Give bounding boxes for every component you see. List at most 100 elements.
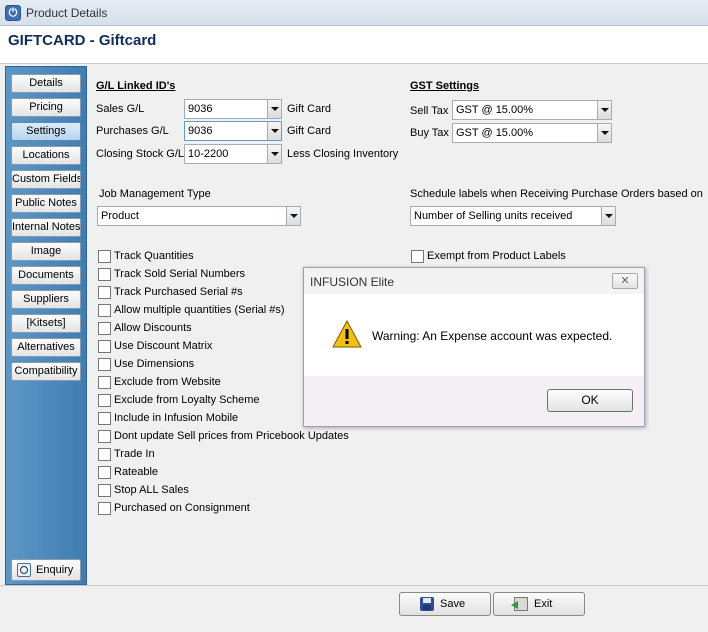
sidebar-item-image[interactable]: Image — [11, 242, 81, 261]
chevron-down-icon[interactable] — [267, 100, 281, 118]
power-icon: ⏻ — [5, 5, 21, 21]
sell-tax-combo[interactable]: GST @ 15.00% — [452, 100, 612, 120]
checkbox-label: Allow Discounts — [114, 322, 192, 334]
checkbox-label: Rateable — [114, 466, 159, 478]
checkbox-label: Dont update Sell prices from Pricebook U… — [114, 430, 349, 442]
enquiry-label: Enquiry — [36, 564, 74, 576]
schedule-labels-label: Schedule labels when Receiving Purchase … — [410, 188, 703, 200]
chevron-down-icon[interactable] — [601, 207, 615, 225]
chevron-down-icon[interactable] — [286, 207, 300, 225]
checkbox-label: Trade In — [114, 448, 155, 460]
purchases-gl-combo[interactable]: 9036 — [184, 121, 282, 141]
chevron-down-icon[interactable] — [597, 124, 611, 142]
sidebar-item-details[interactable]: Details — [11, 74, 81, 93]
dialog-body: Warning: An Expense account was expected… — [304, 294, 644, 376]
exempt-labels-label: Exempt from Product Labels — [427, 250, 566, 262]
exclude-loyalty-checkbox[interactable] — [98, 394, 111, 407]
close-icon[interactable]: ✕ — [612, 273, 638, 289]
job-management-combo[interactable]: Product — [97, 206, 301, 226]
closing-stock-gl-combo[interactable]: 10-2200 — [184, 144, 282, 164]
sidebar-item-pricing[interactable]: Pricing — [11, 98, 81, 117]
sales-gl-description: Gift Card — [287, 103, 332, 115]
sidebar-item-settings[interactable]: Settings — [11, 122, 81, 141]
checkbox-label: Exclude from Website — [114, 376, 221, 388]
purchased-consignment-checkbox[interactable] — [98, 502, 111, 515]
magnifier-icon — [17, 563, 31, 577]
sales-gl-value: 9036 — [188, 103, 213, 115]
purchases-gl-label: Purchases G/L — [96, 125, 169, 137]
sidebar-item-suppliers[interactable]: Suppliers — [11, 290, 81, 309]
job-management-label: Job Management Type — [99, 188, 211, 200]
sidebar-item-compatibility[interactable]: Compatibility — [11, 362, 81, 381]
sales-gl-combo[interactable]: 9036 — [184, 99, 282, 119]
page-title: GIFTCARD - Giftcard — [8, 32, 157, 49]
exit-label: Exit — [534, 598, 553, 610]
trade-in-checkbox[interactable] — [98, 448, 111, 461]
chevron-down-icon[interactable] — [267, 145, 281, 163]
buy-tax-combo[interactable]: GST @ 15.00% — [452, 123, 612, 143]
use-dimensions-checkbox[interactable] — [98, 358, 111, 371]
exit-door-icon — [511, 597, 528, 611]
closing-stock-gl-description: Less Closing Inventory — [287, 148, 399, 160]
buy-tax-label: Buy Tax — [410, 127, 449, 139]
checkbox-label: Track Sold Serial Numbers — [114, 268, 246, 280]
floppy-disk-icon — [420, 597, 434, 611]
sidebar-item-alternatives[interactable]: Alternatives — [11, 338, 81, 357]
job-management-value: Product — [101, 210, 139, 222]
page-header: GIFTCARD - Giftcard — [0, 26, 708, 64]
include-mobile-checkbox[interactable] — [98, 412, 111, 425]
track-sold-serials-checkbox[interactable] — [98, 268, 111, 281]
dialog-footer: OK — [304, 376, 644, 426]
sidebar-item-kitsets[interactable]: [Kitsets] — [11, 314, 81, 333]
sidebar-item-documents[interactable]: Documents — [11, 266, 81, 285]
sidebar-item-locations[interactable]: Locations — [11, 146, 81, 165]
rateable-checkbox[interactable] — [98, 466, 111, 479]
dialog-titlebar: INFUSION Elite ✕ — [304, 268, 644, 294]
gl-section-title: G/L Linked ID's — [96, 80, 176, 92]
checkbox-label: Exclude from Loyalty Scheme — [114, 394, 260, 406]
sales-gl-label: Sales G/L — [96, 103, 145, 115]
window-title: Product Details — [26, 6, 108, 20]
exempt-labels-checkbox[interactable] — [411, 250, 424, 263]
sidebar-item-custom-fields[interactable]: Custom Fields — [11, 170, 81, 189]
schedule-labels-value: Number of Selling units received — [414, 210, 573, 222]
stop-all-sales-checkbox[interactable] — [98, 484, 111, 497]
checkbox-label: Stop ALL Sales — [114, 484, 189, 496]
save-label: Save — [440, 598, 466, 610]
sell-tax-label: Sell Tax — [410, 105, 449, 117]
checkbox-label: Use Discount Matrix — [114, 340, 213, 352]
track-purchased-serials-checkbox[interactable] — [98, 286, 111, 299]
checkbox-label: Purchased on Consignment — [114, 502, 250, 514]
exclude-website-checkbox[interactable] — [98, 376, 111, 389]
checkbox-label: Track Quantities — [114, 250, 194, 262]
sidebar-item-internal-notes[interactable]: Internal Notes — [11, 218, 81, 237]
enquiry-button[interactable]: Enquiry — [11, 559, 81, 581]
checkbox-label: Allow multiple quantities (Serial #s) — [114, 304, 285, 316]
warning-dialog: INFUSION Elite ✕ Warning: An Expense acc… — [303, 267, 645, 427]
track-quantities-checkbox[interactable] — [98, 250, 111, 263]
window-titlebar: ⏻ Product Details — [0, 0, 708, 26]
checkbox-label: Track Purchased Serial #s — [114, 286, 243, 298]
allow-discounts-checkbox[interactable] — [98, 322, 111, 335]
schedule-labels-combo[interactable]: Number of Selling units received — [410, 206, 616, 226]
sell-tax-value: GST @ 15.00% — [456, 104, 533, 116]
checkbox-label: Use Dimensions — [114, 358, 195, 370]
purchases-gl-value: 9036 — [188, 125, 213, 137]
chevron-down-icon[interactable] — [267, 122, 281, 140]
dont-update-sell-prices-checkbox[interactable] — [98, 430, 111, 443]
sidebar: Details Pricing Settings Locations Custo… — [5, 66, 87, 585]
closing-stock-gl-label: Closing Stock G/L — [96, 148, 185, 160]
exit-button[interactable]: Exit — [493, 592, 585, 616]
use-discount-matrix-checkbox[interactable] — [98, 340, 111, 353]
ok-button[interactable]: OK — [547, 389, 633, 412]
warning-icon — [332, 320, 362, 348]
sidebar-item-public-notes[interactable]: Public Notes — [11, 194, 81, 213]
save-button[interactable]: Save — [399, 592, 491, 616]
purchases-gl-description: Gift Card — [287, 125, 332, 137]
allow-multiple-quantities-checkbox[interactable] — [98, 304, 111, 317]
gst-section-title: GST Settings — [410, 80, 480, 92]
dialog-message: Warning: An Expense account was expected… — [372, 329, 613, 343]
buy-tax-value: GST @ 15.00% — [456, 127, 533, 139]
checkbox-label: Include in Infusion Mobile — [114, 412, 239, 424]
chevron-down-icon[interactable] — [597, 101, 611, 119]
